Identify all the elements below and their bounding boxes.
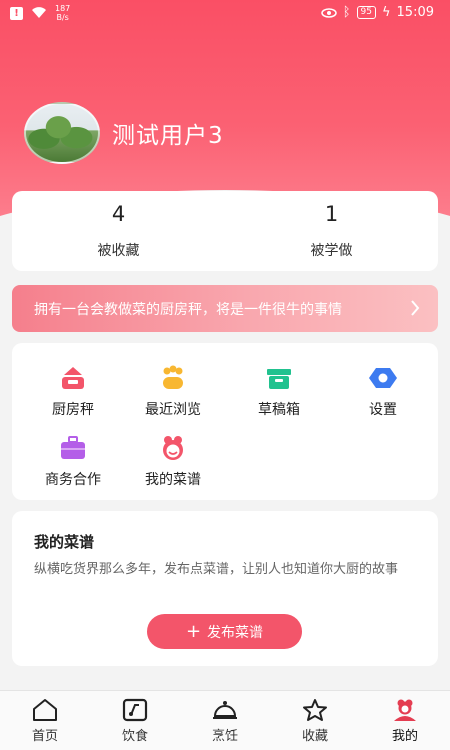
stat-learned-label: 被学做	[310, 243, 353, 259]
stats-card: 4 被收藏 1 被学做	[12, 191, 438, 271]
tab-label: 饮食	[121, 728, 148, 744]
chevron-right-icon	[411, 300, 420, 316]
my-recipes-description: 纵横吃货界那么多年，发布点菜谱，让别人也知道你大厨的故事	[34, 562, 399, 577]
cloche-icon	[213, 700, 237, 719]
paw-icon	[163, 365, 183, 389]
diet-icon	[122, 698, 148, 721]
status-bar: ! 187 B/s ᛒ 95 ϟ 15:09	[0, 0, 450, 28]
menu-item-recent[interactable]: 最近浏览	[120, 365, 226, 419]
plus-icon: +	[185, 620, 202, 642]
chef-face-icon	[163, 436, 183, 460]
publish-recipe-label: 发布菜谱	[207, 624, 264, 641]
briefcase-icon	[61, 436, 85, 459]
notification-alert-icon: !	[10, 6, 23, 20]
menu-item-business[interactable]: 商务合作	[20, 435, 126, 489]
network-speed-value: 187	[55, 4, 71, 13]
stat-learned-count: 1	[324, 202, 339, 226]
tab-label: 首页	[31, 728, 58, 744]
kitchen-scale-icon	[62, 367, 84, 389]
profile-chef-icon	[394, 699, 416, 721]
username: 测试用户3	[112, 123, 224, 149]
menu-item-my-recipes[interactable]: 我的菜谱	[120, 435, 226, 489]
stat-favorited-label: 被收藏	[97, 243, 140, 259]
stat-favorited-count: 4	[111, 202, 126, 226]
tab-mine[interactable]: 我的	[360, 691, 450, 750]
bottom-tab-bar: 首页 饮食 烹饪 收藏 我的	[0, 690, 450, 750]
tab-home[interactable]: 首页	[0, 691, 90, 750]
menu-item-label: 我的菜谱	[145, 472, 201, 488]
menu-item-drafts[interactable]: 草稿箱	[226, 365, 332, 419]
settings-hex-icon	[369, 368, 397, 388]
stat-favorited[interactable]: 4 被收藏	[12, 191, 225, 271]
stat-learned[interactable]: 1 被学做	[225, 191, 438, 271]
menu-item-label: 最近浏览	[145, 402, 201, 418]
charging-icon: ϟ	[381, 5, 391, 20]
banner-text: 拥有一台会教做菜的厨房秤，将是一件很牛的事情	[34, 301, 342, 318]
kitchen-scale-banner[interactable]: 拥有一台会教做菜的厨房秤，将是一件很牛的事情	[12, 285, 438, 332]
my-recipes-title: 我的菜谱	[34, 533, 95, 551]
menu-item-label: 商务合作	[45, 472, 101, 488]
network-speed: 187 B/s	[55, 4, 70, 22]
tab-label: 烹饪	[211, 728, 238, 744]
menu-item-label: 设置	[369, 402, 397, 418]
my-recipes-card: 我的菜谱 纵横吃货界那么多年，发布点菜谱，让别人也知道你大厨的故事 + 发布菜谱	[12, 511, 438, 666]
tab-cooking[interactable]: 烹饪	[180, 691, 270, 750]
eye-comfort-icon	[320, 7, 337, 18]
draft-box-icon	[267, 369, 291, 389]
user-profile[interactable]: 测试用户3	[24, 102, 224, 164]
battery-indicator: 95	[356, 6, 376, 19]
feature-menu: 厨房秤 最近浏览 草稿箱 设置 商务合作 我的菜谱	[12, 343, 438, 500]
tab-favorites[interactable]: 收藏	[270, 691, 360, 750]
wifi-icon	[32, 7, 46, 19]
home-icon	[33, 698, 57, 721]
menu-item-kitchen-scale[interactable]: 厨房秤	[20, 365, 126, 419]
menu-item-label: 草稿箱	[258, 402, 300, 418]
tab-label: 收藏	[301, 728, 328, 744]
tab-diet[interactable]: 饮食	[90, 691, 180, 750]
tab-label: 我的	[391, 728, 418, 744]
network-speed-unit: B/s	[56, 13, 69, 22]
menu-item-settings[interactable]: 设置	[330, 365, 436, 419]
menu-item-label: 厨房秤	[52, 402, 94, 418]
publish-recipe-button[interactable]: + 发布菜谱	[147, 614, 302, 649]
avatar[interactable]	[24, 102, 100, 164]
clock: 15:09	[396, 5, 434, 20]
star-icon	[303, 698, 327, 721]
bluetooth-icon: ᛒ	[342, 5, 351, 20]
